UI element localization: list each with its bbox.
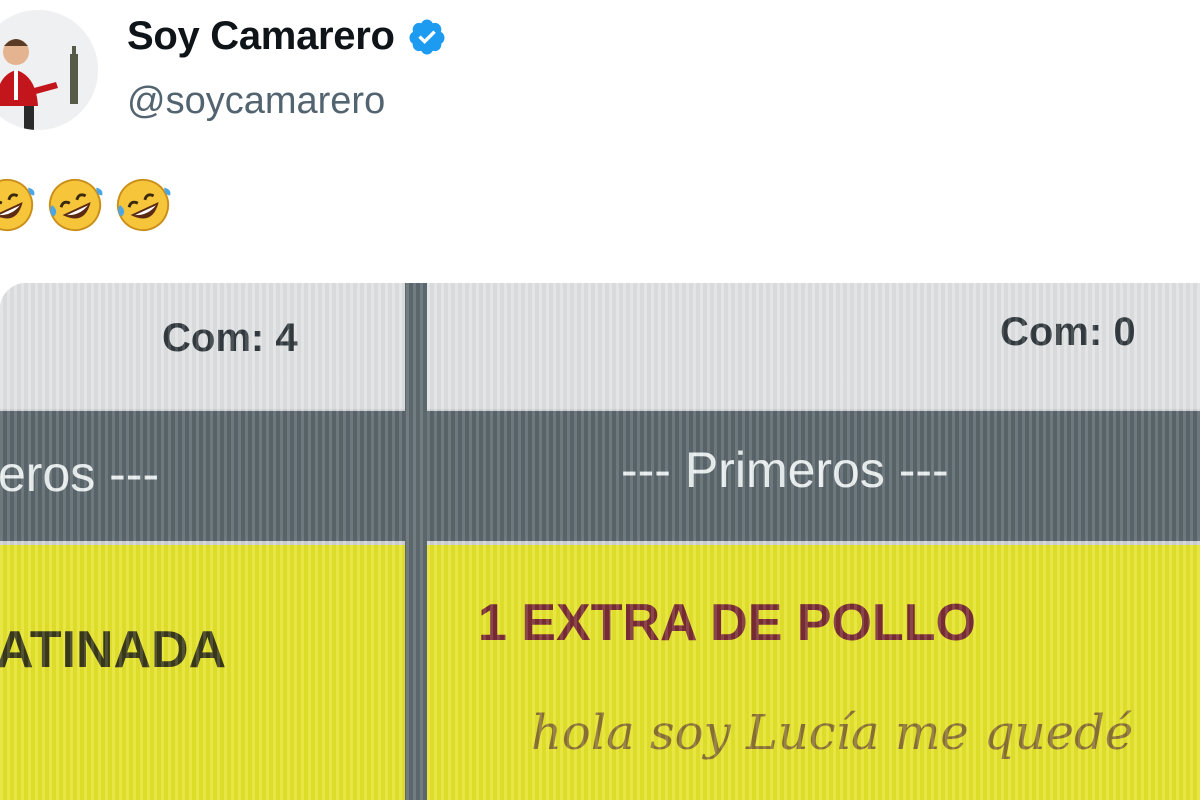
right-section-header: --- Primeros --- (427, 411, 1200, 541)
tweet-photo[interactable]: Com: 4 Com: 0 eros --- --- Primeros --- … (0, 283, 1200, 800)
author-name[interactable]: Soy Camarero (127, 14, 395, 59)
author-handle[interactable]: @soycamarero (127, 80, 385, 123)
left-order-ticket: ATINADA (0, 545, 405, 800)
right-com-count: Com: 0 (1000, 310, 1136, 354)
left-order-item: ATINADA (0, 621, 227, 679)
rolling-on-floor-laughing-emoji-icon (116, 178, 171, 232)
right-order-ticket: 1 EXTRA DE POLLO hola soy Lucía me quedé (427, 545, 1200, 800)
left-section-header: eros --- (0, 411, 405, 541)
avatar[interactable] (0, 10, 98, 130)
emoji-row (0, 176, 172, 234)
author-name-row[interactable]: Soy Camarero (127, 14, 447, 59)
right-section-header-text: --- Primeros --- (621, 442, 949, 498)
column-divider (405, 283, 427, 800)
rolling-on-floor-laughing-emoji-icon (48, 178, 103, 232)
waiter-avatar-icon (0, 10, 98, 130)
right-order-item: 1 EXTRA DE POLLO (478, 594, 976, 652)
left-section-header-text: eros --- (0, 446, 160, 502)
right-order-note: hola soy Lucía me quedé (531, 705, 1134, 761)
left-com-count: Com: 4 (162, 316, 298, 360)
rolling-on-floor-laughing-emoji-icon (0, 178, 35, 232)
verified-badge-icon (409, 19, 445, 54)
